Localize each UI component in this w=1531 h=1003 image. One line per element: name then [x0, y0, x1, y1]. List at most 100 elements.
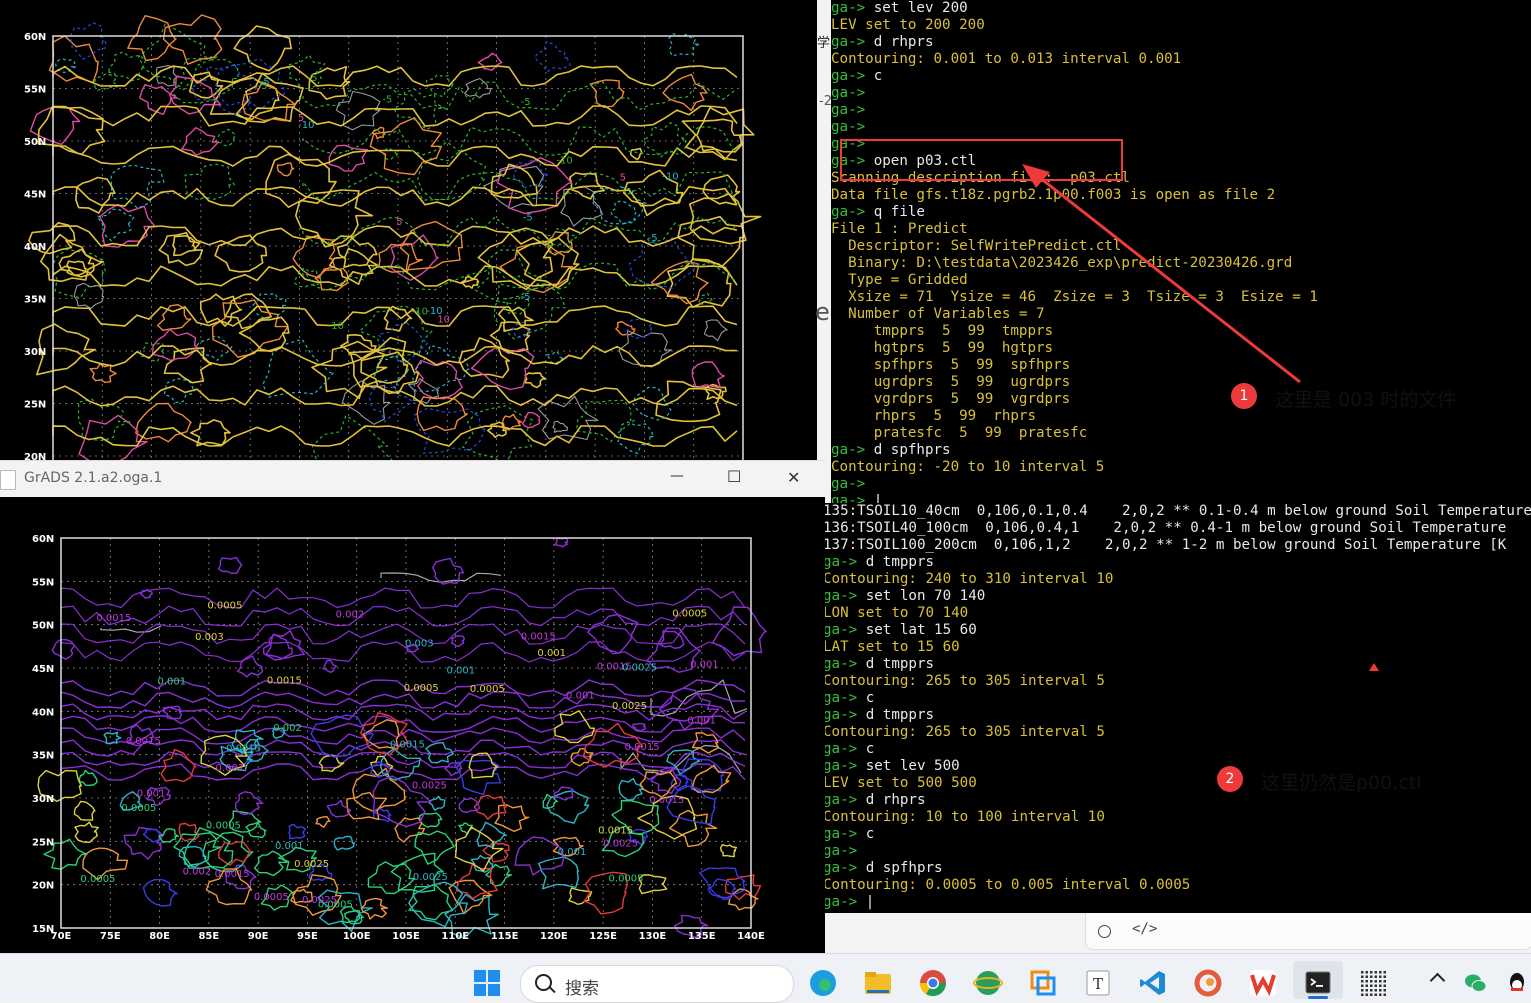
contour-line: [172, 235, 197, 257]
close-button[interactable]: ✕: [787, 468, 800, 487]
contour-line: [629, 147, 643, 161]
terminal-text: set lat 15 60: [857, 622, 977, 638]
terminal-prompt: ga->: [831, 85, 866, 101]
grid-app-icon[interactable]: [1356, 966, 1390, 1000]
terminal-line: LAT set to 15 60: [823, 639, 1531, 656]
terminal-icon[interactable]: [1301, 966, 1335, 1000]
qq-icon[interactable]: [1500, 966, 1531, 1000]
file-explorer-icon[interactable]: [861, 966, 895, 1000]
wps-icon[interactable]: [1246, 966, 1280, 1000]
terminal-bottom[interactable]: 135:TSOIL10_40cm 0,106,0.1,0.4 2,0,2 ** …: [823, 503, 1531, 913]
terminal-text: pratesfc 5 99 pratesfc: [831, 425, 1088, 441]
terminal-line: ga-> d rhprs: [823, 792, 1531, 809]
top-plot-lat-labels: 60N 55N 50N 45N 40N 35N 30N 25N 20N: [24, 32, 46, 460]
lat-tick-label: 30N: [32, 794, 54, 805]
grid-dot: [1361, 993, 1364, 996]
contour-line: [552, 420, 568, 433]
contour-line: [233, 25, 292, 72]
contour-line: [650, 260, 709, 305]
contour-line: [218, 841, 252, 866]
layered-app-icon[interactable]: [1026, 966, 1060, 1000]
terminal-line: ga-> d spfhprs: [831, 442, 1531, 459]
windows-start-icon[interactable]: [470, 966, 504, 1000]
contour-label: 0.001: [566, 691, 595, 702]
search-box[interactable]: 搜索: [520, 965, 794, 1003]
terminal-text: d tmpprs: [857, 707, 935, 723]
grid-dot: [1370, 980, 1373, 983]
text-editor-icon[interactable]: T: [1081, 966, 1115, 1000]
terminal-text: set lev 200: [865, 0, 968, 16]
contour-label: 0.0015: [226, 743, 261, 754]
lat-tick-label: 55N: [24, 85, 46, 96]
terminal-line: ga-> set lev 200: [831, 0, 1531, 17]
edge-icon[interactable]: [806, 966, 840, 1000]
maximize-button[interactable]: ☐: [727, 467, 741, 486]
grid-dot: [1374, 984, 1377, 987]
contour-label: 5: [620, 172, 626, 183]
minimize-button[interactable]: —: [670, 468, 684, 484]
contour-line: [451, 635, 466, 647]
contour-label: 0.0025: [622, 662, 657, 673]
terminal-line: ga-> c: [823, 741, 1531, 758]
contour-line: [615, 321, 636, 336]
contour-label: -10: [426, 306, 442, 317]
browser-swirl-icon[interactable]: [1191, 966, 1225, 1000]
terminal-text: Contouring: 0.0005 to 0.005 interval 0.0…: [823, 877, 1191, 893]
lat-tick-label: 35N: [24, 295, 46, 306]
contour-label: 0.0015: [267, 676, 302, 687]
chrome-icon[interactable]: [916, 966, 950, 1000]
grid-dot: [1383, 989, 1386, 992]
terminal-text: LEV set to 500 500: [823, 775, 977, 791]
terminal-text: d rhprs: [865, 34, 934, 50]
contour-line: [265, 630, 305, 660]
lat-tick-label: 40N: [32, 707, 54, 718]
wechat-icon[interactable]: [1459, 966, 1493, 1000]
terminal-footer-panel: </>: [1085, 913, 1531, 950]
grid-dot: [1379, 971, 1382, 974]
lat-tick-label: 20N: [24, 452, 46, 460]
terminal-prompt: ga->: [823, 588, 858, 604]
terminal-text: c: [857, 741, 875, 757]
grid-dot: [1383, 975, 1386, 978]
grid-dot: [1365, 984, 1368, 987]
contour-line: [276, 162, 295, 177]
contour-label: 0.0015: [96, 613, 131, 624]
contour-line: [60, 605, 746, 627]
terminal-text: LAT set to 15 60: [823, 639, 960, 655]
lon-tick-label: 70E: [51, 931, 72, 942]
vscode-icon[interactable]: [1136, 966, 1170, 1000]
terminal-text: 137:TSOIL100_200cm 0,106,1,2 2,0,2 ** 1-…: [823, 537, 1507, 553]
contour-label: 0.0015: [390, 740, 425, 751]
grads-window-titlebar[interactable]: GrADS 2.1.a2.oga.1 — ☐ ✕: [0, 460, 825, 498]
terminal-prompt: ga->: [823, 656, 858, 672]
terminal-line: ga-> d tmpprs: [823, 656, 1531, 673]
terminal-text: Contouring: 265 to 305 interval 5: [823, 673, 1105, 689]
circle-icon[interactable]: [1098, 925, 1111, 938]
grid-dot: [1374, 993, 1377, 996]
contour-line: [142, 828, 161, 843]
contour-label: -5: [523, 213, 533, 224]
grid-dot: [1361, 984, 1364, 987]
contour-line: [458, 337, 510, 379]
code-icon[interactable]: </>: [1132, 921, 1157, 937]
contour-line: [89, 363, 117, 383]
grid-dot: [1379, 989, 1382, 992]
terminal-prompt: ga->: [823, 826, 858, 842]
terminal-prompt: ga->: [831, 102, 866, 118]
contour-line: [360, 351, 420, 395]
bottom-plot-contour-labels: 0.001 0.0005 0.0005 0.0005 0.0005 0.001 0.0005…: [80, 601, 718, 911]
terminal-text: d tmpprs: [857, 656, 935, 672]
annotation-1-text: 这里是 003 时的文件: [1275, 389, 1457, 411]
terminal-prompt: ga->: [831, 119, 866, 135]
contour-line: [224, 293, 272, 330]
terminal-line: ga-> d rhprs: [831, 34, 1531, 51]
contour-label: -5: [521, 292, 531, 303]
contour-label: 0.0005: [121, 803, 156, 814]
globe-app-icon[interactable]: [971, 966, 1005, 1000]
svg-text:T: T: [1093, 975, 1103, 993]
contour-line: [494, 804, 530, 833]
terminal-prompt: ga->: [823, 554, 858, 570]
contour-label: 0.003: [405, 638, 434, 649]
terminal-text: Contouring: 10 to 100 interval 10: [823, 809, 1105, 825]
contour-line: [184, 163, 235, 200]
